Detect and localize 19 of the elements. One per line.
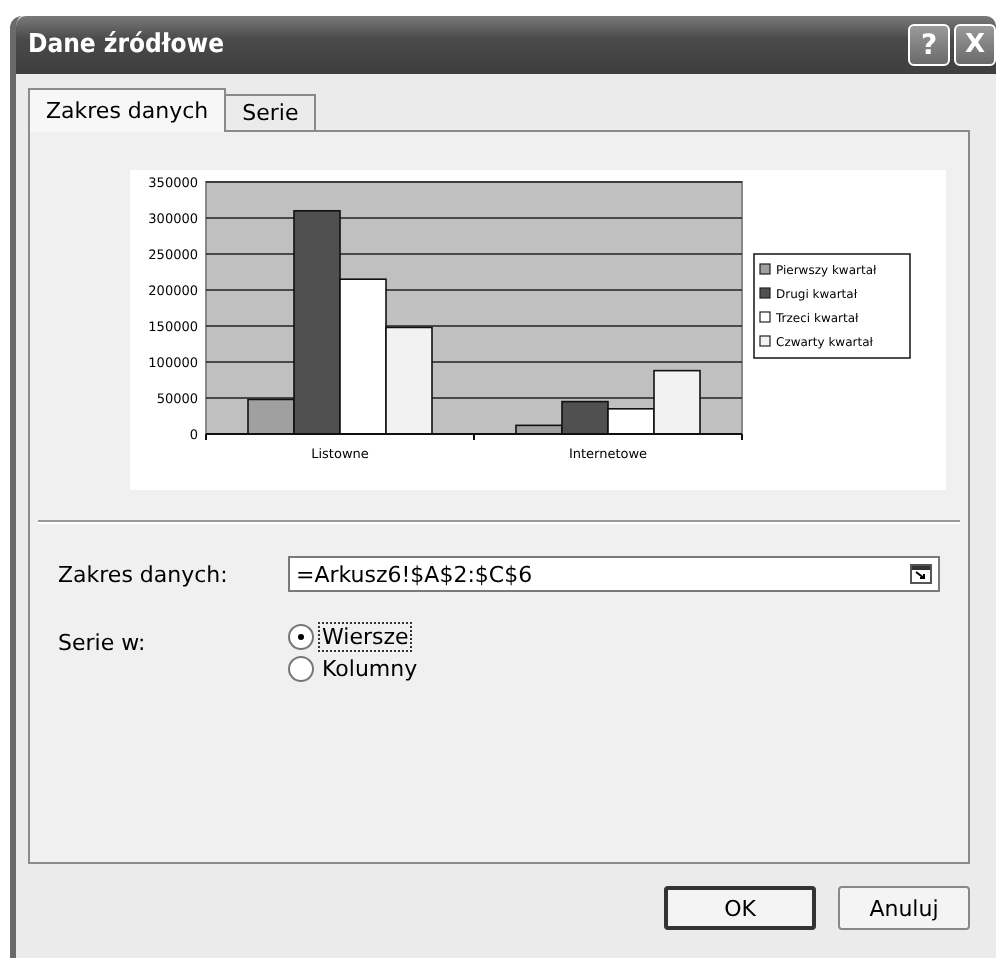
radio-option[interactable]: Wiersze (288, 624, 420, 650)
ok-button[interactable]: OK (664, 886, 816, 930)
cancel-button[interactable]: Anuluj (838, 886, 970, 930)
legend-swatch (759, 287, 771, 299)
range-input-field[interactable]: =Arkusz6!$A$2:$C$6 (288, 556, 940, 592)
legend-swatch (759, 311, 771, 323)
legend-swatch (759, 263, 771, 275)
window-title: Dane źródłowe (28, 30, 227, 60)
radio-option[interactable]: Kolumny (288, 656, 420, 682)
radio-button[interactable] (288, 656, 314, 682)
close-button[interactable]: X (954, 24, 996, 66)
collapse-dialog-icon[interactable] (910, 564, 932, 584)
radio-button[interactable] (288, 624, 314, 650)
series-in-label: Serie w: (58, 628, 148, 656)
legend-swatch (759, 335, 771, 347)
range-label: Zakres danych: (58, 560, 230, 588)
tab[interactable]: Serie (224, 94, 317, 132)
tab[interactable]: Zakres danych (28, 88, 227, 132)
help-button[interactable]: ? (908, 24, 950, 66)
